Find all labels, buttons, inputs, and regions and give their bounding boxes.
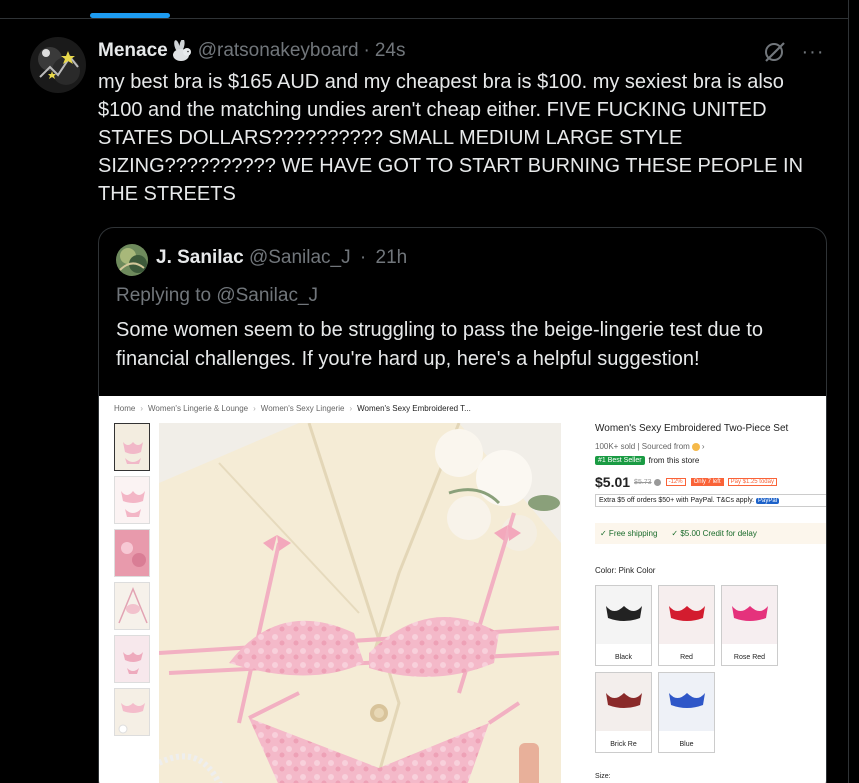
display-name[interactable]: Menace xyxy=(98,40,168,62)
original-price: $5.73 xyxy=(634,478,652,486)
separator-dot: · xyxy=(359,247,367,268)
product-screenshot[interactable]: Home › Women's Lingerie & Lounge › Women's S… xyxy=(99,396,826,783)
swatch-label: Blue xyxy=(679,741,694,748)
more-options-icon[interactable]: ··· xyxy=(800,40,826,64)
store-flag-icon xyxy=(691,442,700,451)
pay-later-badge: Pay $1.25 today xyxy=(727,478,777,486)
thumbnail xyxy=(114,688,150,736)
breadcrumb-item: Home xyxy=(114,404,136,413)
discount-badge: -12% xyxy=(665,478,686,486)
quoted-text: Some women seem to be struggling to pass… xyxy=(116,319,764,370)
avatar[interactable] xyxy=(30,37,86,93)
sold-count: 100K+ sold | Sourced from › xyxy=(595,442,705,451)
thumbnail xyxy=(114,423,150,471)
breadcrumb-item: Women's Lingerie & Lounge xyxy=(148,404,249,413)
swatch-rose-red: Rose Red xyxy=(721,585,778,666)
quoted-header: J. Sanilac @Sanilac_J · 21h xyxy=(156,247,407,269)
product-title: Women's Sexy Embroidered Two-Piece Set xyxy=(595,423,789,434)
info-icon xyxy=(653,478,661,486)
swatch-red: Red xyxy=(658,585,715,666)
swatch-label: Black xyxy=(614,654,633,661)
breadcrumb: Home › Women's Lingerie & Lounge › Women's S… xyxy=(114,404,471,413)
thumbnail xyxy=(114,476,150,524)
thumbnail xyxy=(114,582,150,630)
delay-credit: ✓ $5.00 Credit for delay xyxy=(671,529,757,538)
avatar-image xyxy=(30,37,86,93)
quoted-timestamp: 21h xyxy=(375,247,408,268)
swatch-black: Black xyxy=(595,585,652,666)
timestamp[interactable]: 24s xyxy=(375,40,406,62)
paypal-promo: Extra $5 off orders $50+ with PayPal. T&… xyxy=(595,494,826,507)
separator-dot: · xyxy=(363,40,370,61)
best-seller-badge: #1 Best Seller xyxy=(595,456,645,465)
product-info: Women's Sexy Embroidered Two-Piece Set 1… xyxy=(595,423,826,759)
paypal-text: Extra $5 off orders $50+ with PayPal. T&… xyxy=(599,497,755,504)
quoted-tweet[interactable]: J. Sanilac @Sanilac_J · 21h Replying to … xyxy=(98,227,827,783)
quoted-handle: @Sanilac_J xyxy=(248,247,351,268)
breadcrumb-item: Women's Sexy Lingerie xyxy=(260,404,345,413)
swatch-label: Brick Re xyxy=(610,741,637,748)
color-swatches: Black Red Rose Red Brick Re Blue xyxy=(595,585,826,759)
thumbnail xyxy=(114,529,150,577)
quoted-avatar xyxy=(116,244,148,276)
divider xyxy=(0,18,848,19)
quoted-display-name: J. Sanilac xyxy=(156,247,244,268)
best-seller-row: #1 Best Seller from this store xyxy=(595,456,826,465)
handle[interactable]: @ratsonakeyboard xyxy=(198,40,359,62)
swatch-label: Rose Red xyxy=(733,654,766,661)
sourced-label: | Sourced from xyxy=(637,442,690,451)
breadcrumb-item: Women's Sexy Embroidered T... xyxy=(357,404,471,413)
swatch-brick-red: Brick Re xyxy=(595,672,652,753)
free-shipping: ✓ Free shipping xyxy=(600,529,658,538)
size-label: Size: xyxy=(595,773,611,780)
quoted-avatar-image xyxy=(116,244,148,276)
paypal-logo: PayPal xyxy=(756,498,780,504)
best-seller-suffix: from this store xyxy=(648,456,700,465)
thumbnail xyxy=(114,635,150,683)
rabbit-emoji-icon xyxy=(168,39,194,62)
swatch-label: Red xyxy=(680,654,693,661)
sold-label: 100K+ sold xyxy=(595,442,636,451)
price: $5.01 xyxy=(595,474,631,490)
color-label: Color: Pink Color xyxy=(595,566,656,575)
replying-to: Replying to @Sanilac_J xyxy=(116,285,319,306)
thumbnail-strip xyxy=(114,423,152,741)
grok-icon[interactable] xyxy=(763,40,787,64)
stock-badge: Only 7 left xyxy=(690,478,724,486)
tweet-text: my best bra is $165 AUD and my cheapest … xyxy=(98,71,804,205)
shipping-row: ✓ Free shipping ✓ $5.00 Credit for delay xyxy=(595,523,826,544)
product-main-image xyxy=(159,423,561,783)
swatch-blue: Blue xyxy=(658,672,715,753)
tweet-header: Menace @ratsonakeyboard · 24s xyxy=(98,38,406,64)
price-row: $5.01 $5.73 -12% Only 7 left Pay $1.25 t… xyxy=(595,474,826,490)
column-divider xyxy=(848,0,849,783)
